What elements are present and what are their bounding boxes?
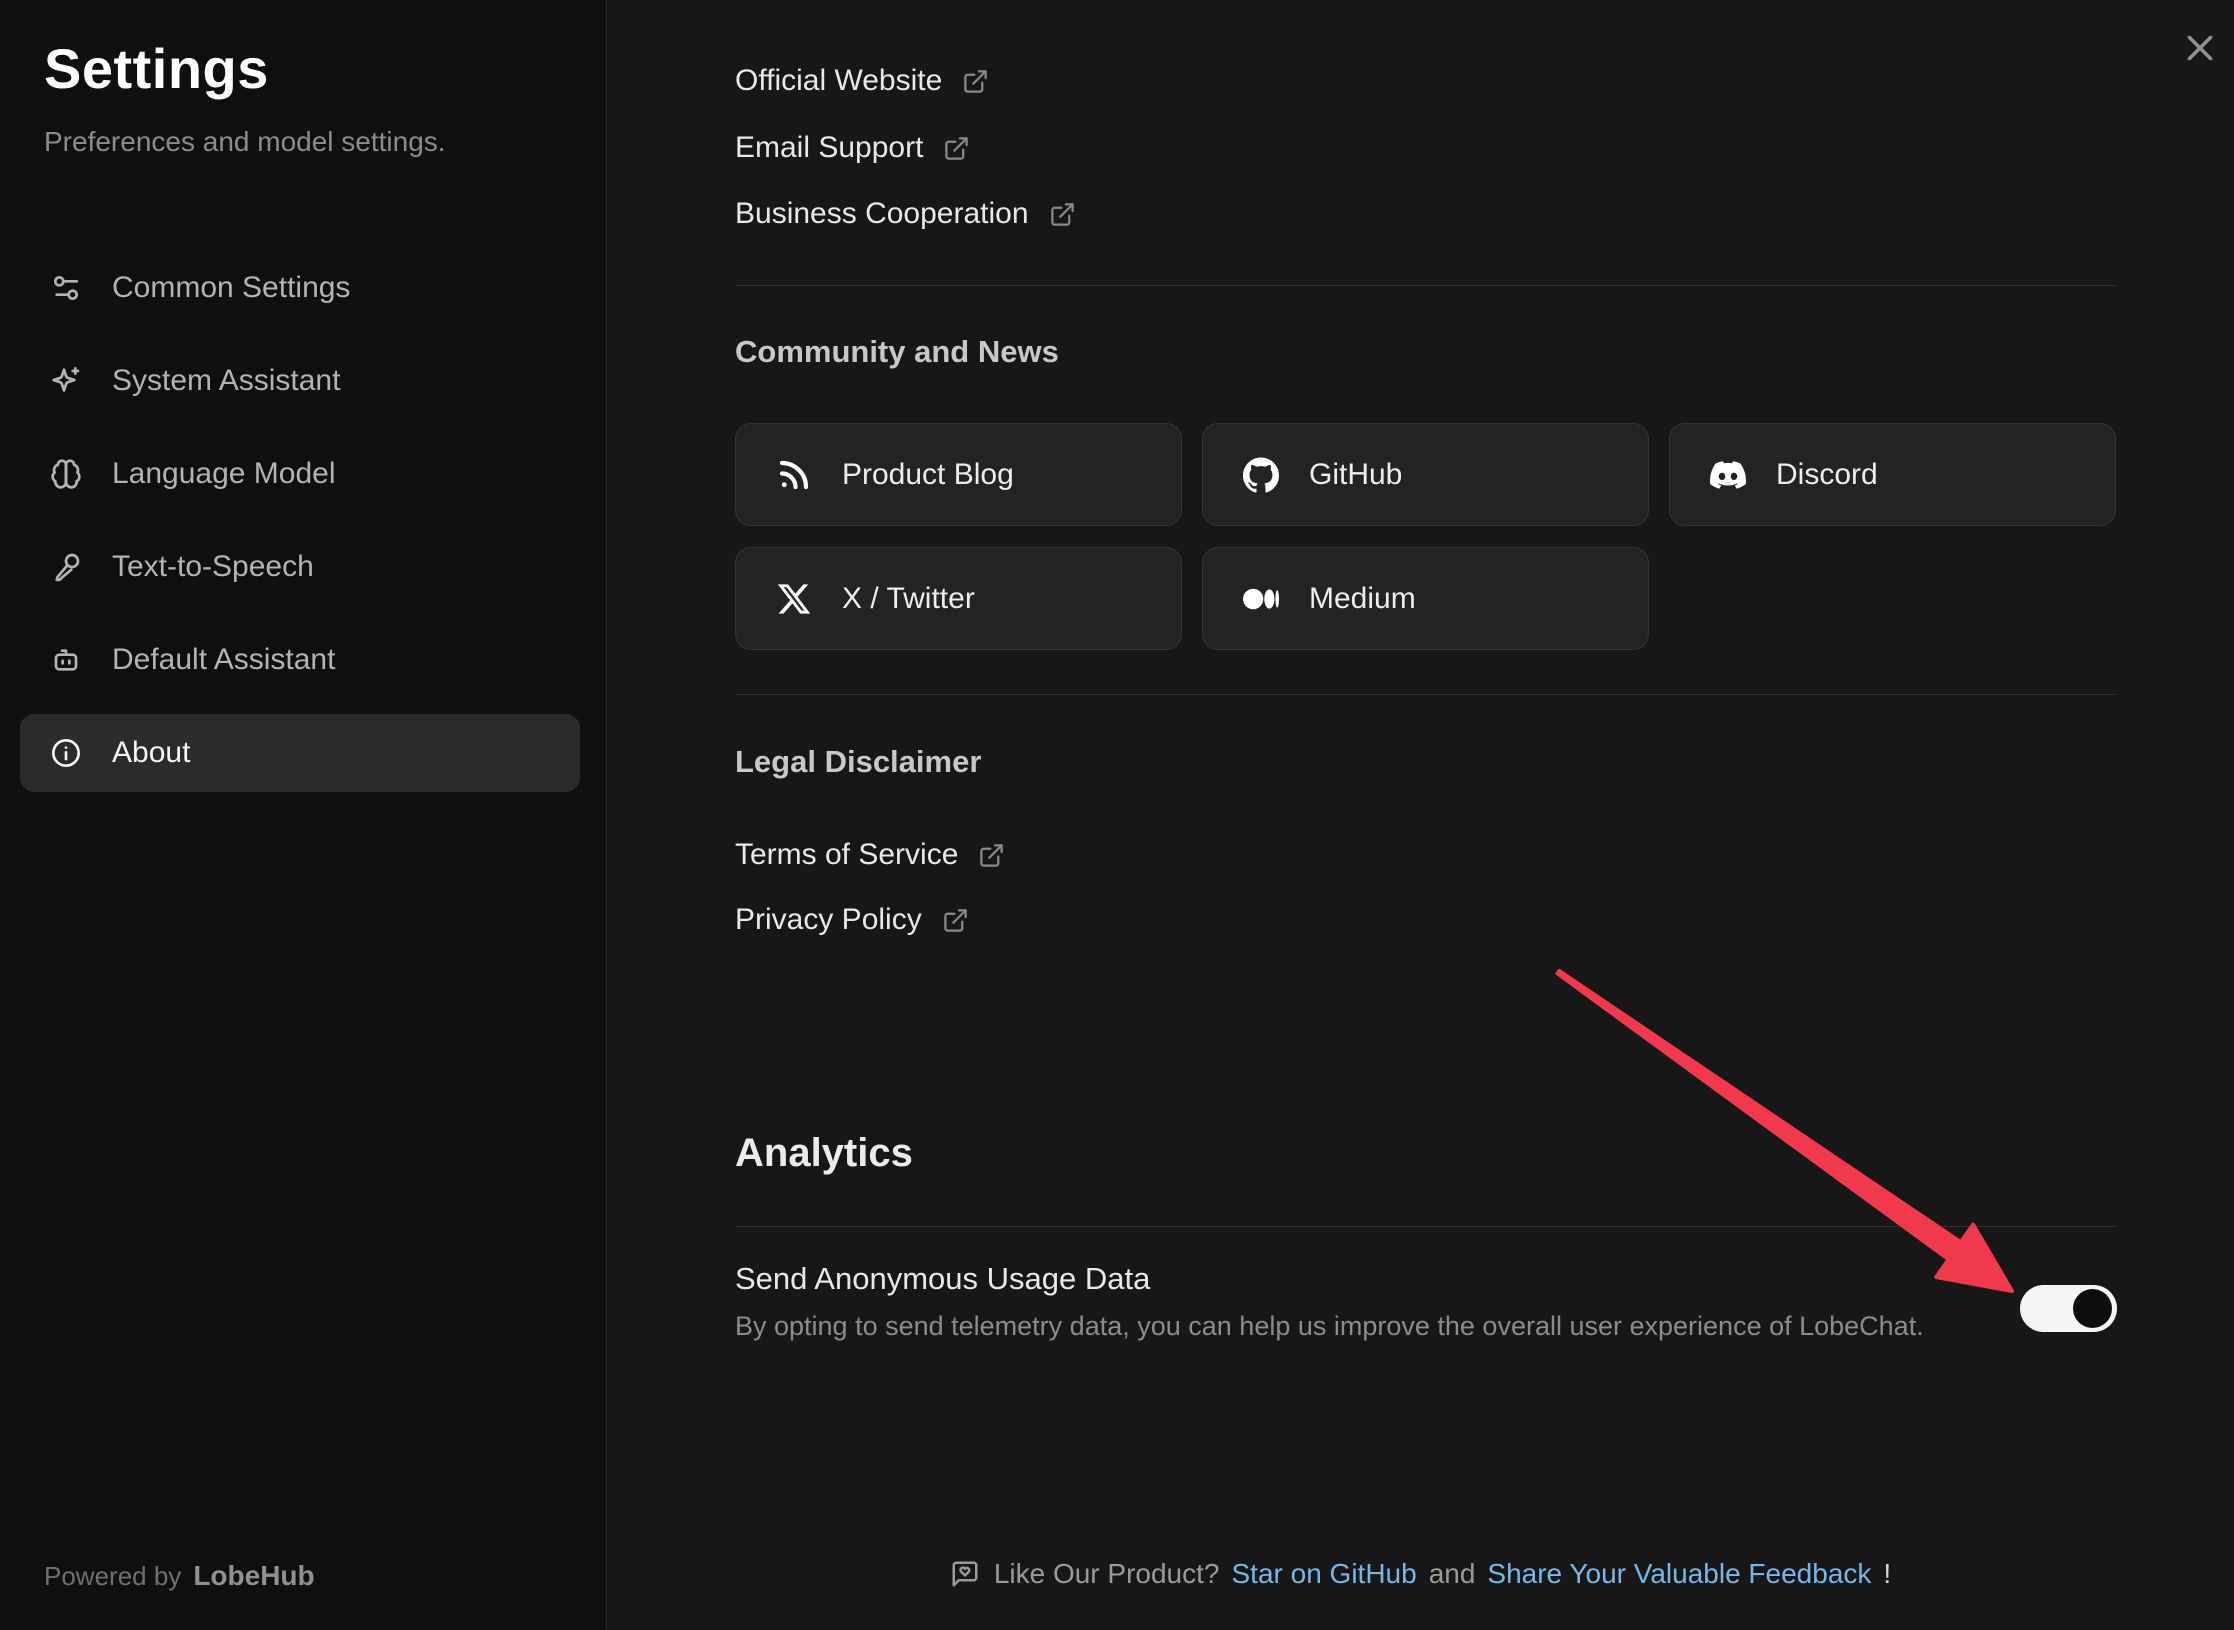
legal-heading: Legal Disclaimer <box>735 744 981 780</box>
sidebar-item-label: System Assistant <box>112 364 340 398</box>
powered-by: Powered by LobeHub <box>44 1560 315 1592</box>
sidebar-item-label: Language Model <box>112 457 336 491</box>
sidebar-item-label: Text-to-Speech <box>112 550 314 584</box>
close-button[interactable] <box>2166 14 2234 82</box>
sidebar-item-language-model[interactable]: Language Model <box>20 435 580 513</box>
section-divider <box>735 1226 2117 1227</box>
about-panel: Contact Us Official Website Email Suppor… <box>607 0 2234 1630</box>
business-cooperation-link[interactable]: Business Cooperation <box>735 194 1076 234</box>
x-twitter-icon <box>776 581 812 617</box>
sidebar-item-default-assistant[interactable]: Default Assistant <box>20 621 580 699</box>
discord-icon <box>1710 457 1746 493</box>
footer-text-suffix: ! <box>1883 1558 1891 1590</box>
usage-data-description: By opting to send telemetry data, you ca… <box>735 1311 1924 1342</box>
powered-by-text: Powered by <box>44 1561 181 1592</box>
privacy-policy-link[interactable]: Privacy Policy <box>735 900 969 940</box>
product-blog-button[interactable]: Product Blog <box>735 423 1182 526</box>
discord-button[interactable]: Discord <box>1669 423 2116 526</box>
official-website-link[interactable]: Official Website <box>735 61 989 101</box>
sidebar-item-label: Common Settings <box>112 271 350 305</box>
sidebar-item-label: About <box>112 736 190 770</box>
usage-data-label: Send Anonymous Usage Data <box>735 1261 1150 1297</box>
sidebar-item-text-to-speech[interactable]: Text-to-Speech <box>20 528 580 606</box>
page-title: Settings <box>44 36 269 101</box>
info-icon <box>50 737 82 769</box>
message-heart-icon <box>950 1559 980 1589</box>
sliders-icon <box>50 272 82 304</box>
close-icon <box>2182 30 2218 66</box>
community-buttons: Product Blog GitHub Discord X / Twitter … <box>735 423 2117 650</box>
star-on-github-link[interactable]: Star on GitHub <box>1231 1558 1416 1590</box>
settings-nav: Common Settings System Assistant Languag… <box>20 249 580 807</box>
section-divider <box>735 694 2117 695</box>
sidebar-item-label: Default Assistant <box>112 643 335 677</box>
medium-icon <box>1243 581 1279 617</box>
external-link-icon <box>1049 201 1076 228</box>
feedback-footer: Like Our Product? Star on GitHub and Sha… <box>607 1558 2234 1590</box>
footer-text-prefix: Like Our Product? <box>994 1558 1220 1590</box>
rss-icon <box>776 457 812 493</box>
brain-icon <box>50 458 82 490</box>
external-link-icon <box>943 135 970 162</box>
share-feedback-link[interactable]: Share Your Valuable Feedback <box>1487 1558 1871 1590</box>
lobechat-settings-window: { "window": { "close_label": "close" }, … <box>0 0 2234 1630</box>
terms-of-service-link[interactable]: Terms of Service <box>735 835 1005 875</box>
usage-data-toggle[interactable] <box>2020 1285 2117 1332</box>
external-link-icon <box>962 68 989 95</box>
external-link-icon <box>942 907 969 934</box>
medium-button[interactable]: Medium <box>1202 547 1649 650</box>
email-support-link[interactable]: Email Support <box>735 128 970 168</box>
contact-us-heading: Contact Us <box>735 0 899 8</box>
sidebar-item-system-assistant[interactable]: System Assistant <box>20 342 580 420</box>
mic-icon <box>50 551 82 583</box>
external-link-icon <box>978 842 1005 869</box>
github-icon <box>1243 457 1279 493</box>
sidebar-item-common-settings[interactable]: Common Settings <box>20 249 580 327</box>
analytics-heading: Analytics <box>735 1131 913 1176</box>
section-divider <box>735 285 2117 286</box>
github-button[interactable]: GitHub <box>1202 423 1649 526</box>
sparkles-icon <box>50 365 82 397</box>
bot-icon <box>50 644 82 676</box>
footer-text-and: and <box>1429 1558 1476 1590</box>
lobehub-brand[interactable]: LobeHub <box>193 1560 314 1592</box>
community-heading: Community and News <box>735 334 1059 370</box>
page-subtitle: Preferences and model settings. <box>44 126 446 158</box>
settings-sidebar: Settings Preferences and model settings.… <box>0 0 607 1630</box>
toggle-knob <box>2073 1289 2112 1328</box>
sidebar-item-about[interactable]: About <box>20 714 580 792</box>
x-twitter-button[interactable]: X / Twitter <box>735 547 1182 650</box>
